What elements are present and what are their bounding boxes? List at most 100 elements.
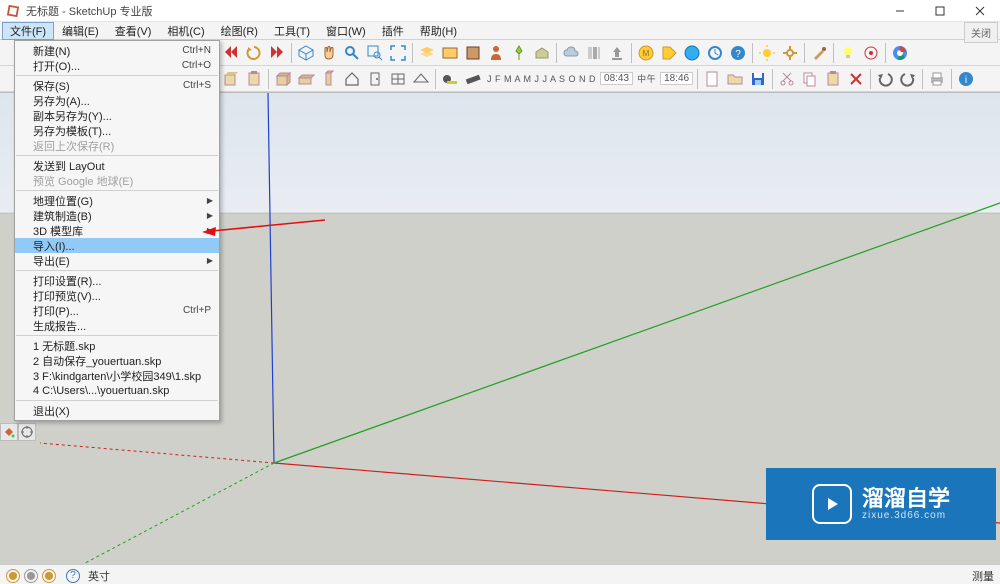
pushpin-icon[interactable] <box>508 42 530 64</box>
status-bar: ⬤ ⬤ ⬤ ? 英寸 测量 <box>0 564 1000 584</box>
menu-geolocation[interactable]: 地理位置(G)▶ <box>15 193 219 208</box>
refresh2-icon[interactable] <box>704 42 726 64</box>
redo-icon[interactable] <box>897 68 919 90</box>
paint-bucket-icon[interactable] <box>0 423 18 441</box>
menu-sendlayout[interactable]: 发送到 LayOut <box>15 158 219 173</box>
annotation-arrow <box>200 214 330 244</box>
person-icon[interactable] <box>485 42 507 64</box>
outliner-icon[interactable] <box>439 42 461 64</box>
house-icon[interactable] <box>341 68 363 90</box>
ruler-icon[interactable] <box>462 68 484 90</box>
sun-icon[interactable] <box>756 42 778 64</box>
eyedropper-icon[interactable] <box>18 423 36 441</box>
rewind-icon[interactable] <box>220 42 242 64</box>
paste-icon[interactable] <box>243 68 265 90</box>
menu-building[interactable]: 建筑制造(B)▶ <box>15 208 219 223</box>
print-icon[interactable] <box>926 68 948 90</box>
help-icon[interactable]: ? <box>727 42 749 64</box>
menu-plugins[interactable]: 插件 <box>374 22 412 40</box>
status-help-icon[interactable]: ? <box>66 569 80 583</box>
menu-import[interactable]: 导入(I)... <box>15 238 219 253</box>
zoom-icon[interactable] <box>341 42 363 64</box>
menu-printpreview[interactable]: 打印预览(V)... <box>15 288 219 303</box>
menu-help[interactable]: 帮助(H) <box>412 22 465 40</box>
zoom-window-icon[interactable] <box>364 42 386 64</box>
forward-icon[interactable] <box>266 42 288 64</box>
left-toolbar <box>0 423 36 441</box>
maximize-button[interactable] <box>920 0 960 22</box>
hand-icon[interactable] <box>318 42 340 64</box>
slab-icon[interactable] <box>295 68 317 90</box>
measure-label: 测量 <box>972 568 994 584</box>
menu-file[interactable]: 文件(F) <box>2 22 54 40</box>
library-icon[interactable] <box>583 42 605 64</box>
minimize-button[interactable] <box>880 0 920 22</box>
box-back-icon[interactable] <box>220 68 242 90</box>
paste2-icon[interactable] <box>822 68 844 90</box>
menu-exit[interactable]: 退出(X) <box>15 403 219 418</box>
new-icon[interactable] <box>701 68 723 90</box>
menu-print[interactable]: 打印(P)...Ctrl+P <box>15 303 219 318</box>
undo-icon[interactable] <box>874 68 896 90</box>
menu-recent-3[interactable]: 3 F:\kindgarten\小学校园349\1.skp <box>15 368 219 383</box>
menu-printsetup[interactable]: 打印设置(R)... <box>15 273 219 288</box>
menu-export[interactable]: 导出(E)▶ <box>15 253 219 268</box>
menu-window[interactable]: 窗口(W) <box>318 22 374 40</box>
watermark-main: 溜溜自学 <box>862 488 950 510</box>
window-title: 无标题 - SketchUp 专业版 <box>26 3 153 19</box>
menu-save[interactable]: 保存(S)Ctrl+S <box>15 78 219 93</box>
cloud-icon[interactable] <box>560 42 582 64</box>
menu-recent-1[interactable]: 1 无标题.skp <box>15 338 219 353</box>
chrome-icon[interactable] <box>889 42 911 64</box>
target-icon[interactable] <box>860 42 882 64</box>
status-circle-3[interactable]: ⬤ <box>42 569 56 583</box>
menu-new[interactable]: 新建(N)Ctrl+N <box>15 43 219 58</box>
model-icon[interactable] <box>531 42 553 64</box>
menu-view[interactable]: 查看(V) <box>107 22 160 40</box>
svg-text:?: ? <box>735 49 741 60</box>
menu-edit[interactable]: 编辑(E) <box>54 22 107 40</box>
column-icon[interactable] <box>318 68 340 90</box>
settings-icon[interactable] <box>779 42 801 64</box>
menu-report[interactable]: 生成报告... <box>15 318 219 333</box>
copy-icon[interactable] <box>799 68 821 90</box>
tape-icon[interactable] <box>439 68 461 90</box>
menu-camera[interactable]: 相机(C) <box>159 22 212 40</box>
tag-icon[interactable] <box>658 42 680 64</box>
status-circle-2[interactable]: ⬤ <box>24 569 38 583</box>
paint-icon[interactable] <box>808 42 830 64</box>
box-icon[interactable] <box>272 68 294 90</box>
layers-icon[interactable] <box>416 42 438 64</box>
cut-icon[interactable] <box>776 68 798 90</box>
menu-recent-4[interactable]: 4 C:\Users\...\youertuan.skp <box>15 383 219 398</box>
menu-savetemplate[interactable]: 另存为模板(T)... <box>15 123 219 138</box>
menu-recent-2[interactable]: 2 自动保存_youertuan.skp <box>15 353 219 368</box>
svg-text:M: M <box>643 49 650 58</box>
globe-icon[interactable] <box>681 42 703 64</box>
menu-tools[interactable]: 工具(T) <box>266 22 318 40</box>
roof-icon[interactable] <box>410 68 432 90</box>
window-icon[interactable] <box>387 68 409 90</box>
save-icon[interactable] <box>747 68 769 90</box>
iso-icon[interactable] <box>295 42 317 64</box>
noon-label: 中午 <box>635 72 658 85</box>
menu-previewearth: 预览 Google 地球(E) <box>15 173 219 188</box>
menu-saveas[interactable]: 另存为(A)... <box>15 93 219 108</box>
open-icon[interactable] <box>724 68 746 90</box>
menu-savecopy[interactable]: 副本另存为(Y)... <box>15 108 219 123</box>
info-icon[interactable]: i <box>955 68 977 90</box>
refresh-icon[interactable] <box>243 42 265 64</box>
menu-bar: 文件(F) 编辑(E) 查看(V) 相机(C) 绘图(R) 工具(T) 窗口(W… <box>0 22 1000 40</box>
upload-icon[interactable] <box>606 42 628 64</box>
zoom-extents-icon[interactable] <box>387 42 409 64</box>
status-circle-1[interactable]: ⬤ <box>6 569 20 583</box>
menu-3dwarehouse[interactable]: 3D 模型库▶ <box>15 223 219 238</box>
close-button[interactable] <box>960 0 1000 22</box>
menu-open[interactable]: 打开(O)...Ctrl+O <box>15 58 219 73</box>
coin-icon[interactable]: M <box>635 42 657 64</box>
component-icon[interactable] <box>462 42 484 64</box>
bulb-icon[interactable] <box>837 42 859 64</box>
delete-icon[interactable] <box>845 68 867 90</box>
door-icon[interactable] <box>364 68 386 90</box>
menu-draw[interactable]: 绘图(R) <box>213 22 266 40</box>
